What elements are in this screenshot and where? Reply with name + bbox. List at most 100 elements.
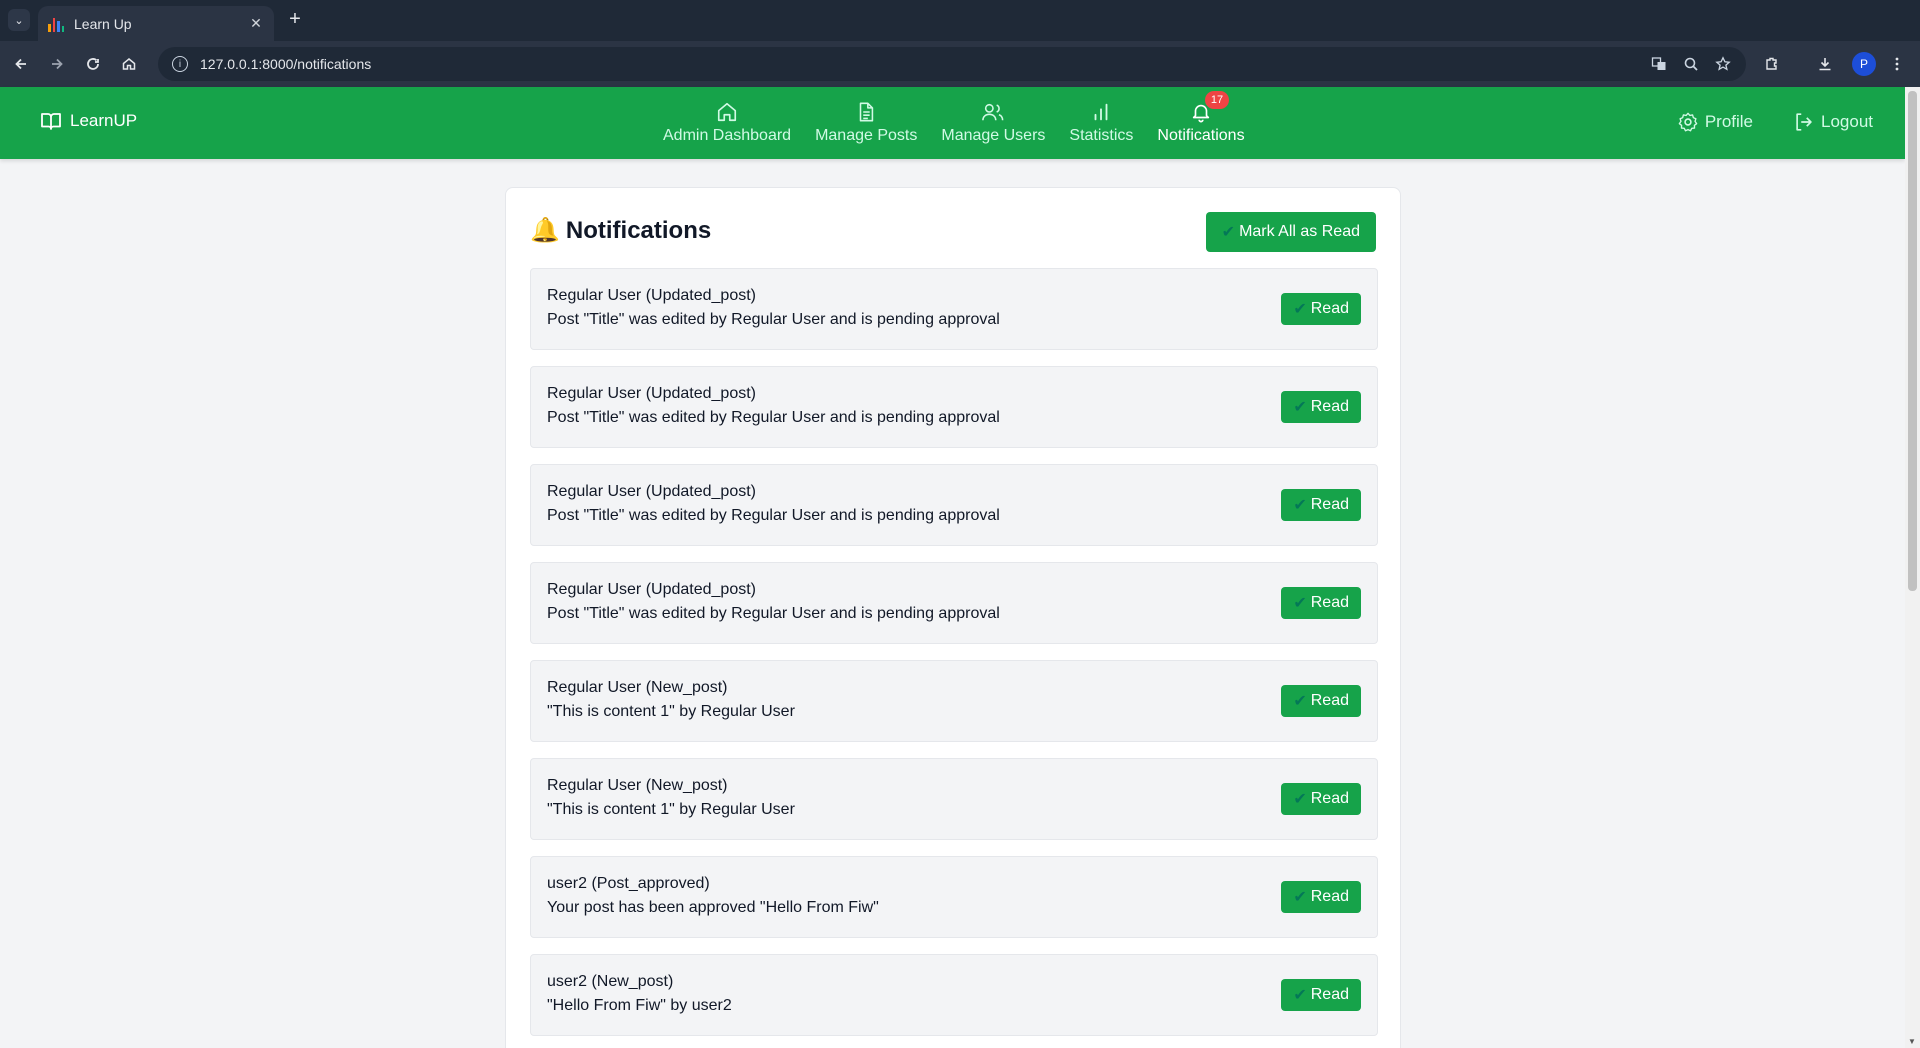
- document-icon: [859, 102, 874, 122]
- mark-all-read-button[interactable]: ✔ Mark All as Read: [1205, 212, 1376, 252]
- notification-header: Regular User (Updated_post): [547, 483, 756, 500]
- gear-icon: [1678, 112, 1698, 132]
- back-icon[interactable]: [10, 53, 32, 75]
- mark-all-read-label: Mark All as Read: [1239, 223, 1360, 240]
- browser-menu-icon[interactable]: [1886, 53, 1908, 75]
- nav-label: Admin Dashboard: [663, 127, 792, 144]
- bookmark-star-icon[interactable]: [1714, 55, 1732, 73]
- new-tab-icon[interactable]: +: [283, 8, 307, 32]
- nav-label: Notifications: [1157, 127, 1245, 144]
- notification-item: Regular User (New_post) "This is content…: [530, 660, 1378, 742]
- notification-header: Regular User (New_post): [547, 777, 728, 794]
- check-icon: ✔: [1293, 595, 1307, 612]
- nav-label: Manage Users: [941, 127, 1046, 144]
- notification-item: Regular User (Updated_post) Post "Title"…: [530, 268, 1378, 350]
- check-icon: ✔: [1293, 497, 1307, 514]
- mark-read-button[interactable]: ✔ Read: [1281, 489, 1361, 521]
- reload-icon[interactable]: [82, 53, 104, 75]
- brand-name: LearnUP: [70, 111, 138, 130]
- read-label: Read: [1310, 692, 1349, 709]
- notification-header: user2 (New_post): [547, 973, 674, 990]
- tab-list-dropdown-icon[interactable]: ⌄: [8, 9, 30, 31]
- nav-manage-posts[interactable]: Manage Posts: [803, 87, 929, 159]
- forward-icon[interactable]: [46, 53, 68, 75]
- notification-header: Regular User (Updated_post): [547, 385, 756, 402]
- check-icon: ✔: [1293, 791, 1307, 808]
- browser-tab[interactable]: Learn Up ✕: [38, 6, 274, 41]
- scrollbar-thumb[interactable]: [1908, 91, 1917, 591]
- logout-icon: [1796, 113, 1812, 131]
- translate-icon[interactable]: [1650, 55, 1668, 73]
- read-label: Read: [1310, 398, 1349, 415]
- notification-header: Regular User (Updated_post): [547, 581, 756, 598]
- zoom-icon[interactable]: [1682, 55, 1700, 73]
- notification-header: Regular User (New_post): [547, 679, 728, 696]
- notification-message: Post "Title" was edited by Regular User …: [547, 605, 1000, 622]
- read-label: Read: [1310, 300, 1349, 317]
- brand-link[interactable]: LearnUP: [40, 111, 137, 131]
- notification-message: "This is content 1" by Regular User: [547, 703, 795, 720]
- profile-avatar[interactable]: P: [1852, 52, 1876, 76]
- read-label: Read: [1310, 986, 1349, 1003]
- tab-title: Learn Up: [74, 15, 132, 32]
- logout-link[interactable]: Logout: [1793, 111, 1873, 133]
- address-bar[interactable]: i 127.0.0.1:8000/notifications: [158, 47, 1746, 81]
- notification-message: "This is content 1" by Regular User: [547, 801, 795, 818]
- tab-close-icon[interactable]: ✕: [248, 15, 264, 32]
- mark-read-button[interactable]: ✔ Read: [1281, 979, 1361, 1011]
- profile-label: Profile: [1704, 112, 1753, 131]
- mark-read-button[interactable]: ✔ Read: [1281, 783, 1361, 815]
- mark-read-button[interactable]: ✔ Read: [1281, 293, 1361, 325]
- users-icon: [982, 103, 1004, 121]
- browser-tab-bar: ⌄ Learn Up ✕ +: [0, 0, 1920, 41]
- page-title: Notifications: [565, 216, 712, 244]
- notification-count-badge: 17: [1205, 91, 1229, 109]
- profile-link[interactable]: Profile: [1677, 111, 1753, 133]
- browser-toolbar: i 127.0.0.1:8000/notifications P: [0, 41, 1920, 87]
- scroll-down-arrow-icon[interactable]: ▼: [1908, 1037, 1916, 1046]
- notification-item: user2 (New_post) "Hello From Fiw" by use…: [530, 954, 1378, 1036]
- mark-read-button[interactable]: ✔ Read: [1281, 391, 1361, 423]
- chart-icon: [1094, 103, 1108, 121]
- notification-message: Post "Title" was edited by Regular User …: [547, 409, 1000, 426]
- mark-read-button[interactable]: ✔ Read: [1281, 587, 1361, 619]
- mark-read-button[interactable]: ✔ Read: [1281, 881, 1361, 913]
- check-icon: ✔: [1293, 889, 1307, 906]
- nav-manage-users[interactable]: Manage Users: [929, 87, 1057, 159]
- nav-admin-dashboard[interactable]: Admin Dashboard: [651, 87, 803, 159]
- extensions-icon[interactable]: [1761, 53, 1783, 75]
- notification-message: "Hello From Fiw" by user2: [547, 997, 732, 1014]
- nav-statistics[interactable]: Statistics: [1057, 87, 1145, 159]
- address-url[interactable]: 127.0.0.1:8000/notifications: [200, 56, 371, 72]
- notification-item: user2 (Post_approved) Your post has been…: [530, 856, 1378, 938]
- book-icon: [41, 113, 61, 130]
- nav-label: Manage Posts: [815, 127, 918, 144]
- site-info-icon[interactable]: i: [172, 56, 188, 72]
- check-icon: ✔: [1293, 693, 1307, 710]
- notification-header: Regular User (Updated_post): [547, 287, 756, 304]
- notifications-card: 🔔 Notifications ✔ Mark All as Read Regul…: [505, 187, 1401, 1048]
- read-label: Read: [1310, 594, 1349, 611]
- tab-favicon-icon: [48, 16, 64, 32]
- page-scrollbar[interactable]: ▼: [1905, 87, 1920, 1048]
- notification-item: Regular User (Updated_post) Post "Title"…: [530, 562, 1378, 644]
- nav-label: Statistics: [1069, 127, 1134, 144]
- check-icon: ✔: [1293, 301, 1307, 318]
- mark-read-button[interactable]: ✔ Read: [1281, 685, 1361, 717]
- notification-item: Regular User (New_post) "This is content…: [530, 758, 1378, 840]
- check-icon: ✔: [1293, 399, 1307, 416]
- downloads-icon[interactable]: [1814, 53, 1836, 75]
- notification-message: Post "Title" was edited by Regular User …: [547, 507, 1000, 524]
- nav-notifications[interactable]: 17 Notifications: [1145, 87, 1256, 159]
- bell-emoji-icon: 🔔: [530, 217, 560, 244]
- notification-header: user2 (Post_approved): [547, 875, 710, 892]
- home-icon: [717, 102, 737, 122]
- notification-item: Regular User (Updated_post) Post "Title"…: [530, 366, 1378, 448]
- home-browser-icon[interactable]: [118, 53, 140, 75]
- check-icon: ✔: [1221, 224, 1236, 241]
- notification-message: Your post has been approved "Hello From …: [547, 899, 879, 916]
- logout-label: Logout: [1821, 112, 1873, 131]
- notification-message: Post "Title" was edited by Regular User …: [547, 311, 1000, 328]
- check-icon: ✔: [1293, 987, 1307, 1004]
- read-label: Read: [1310, 790, 1349, 807]
